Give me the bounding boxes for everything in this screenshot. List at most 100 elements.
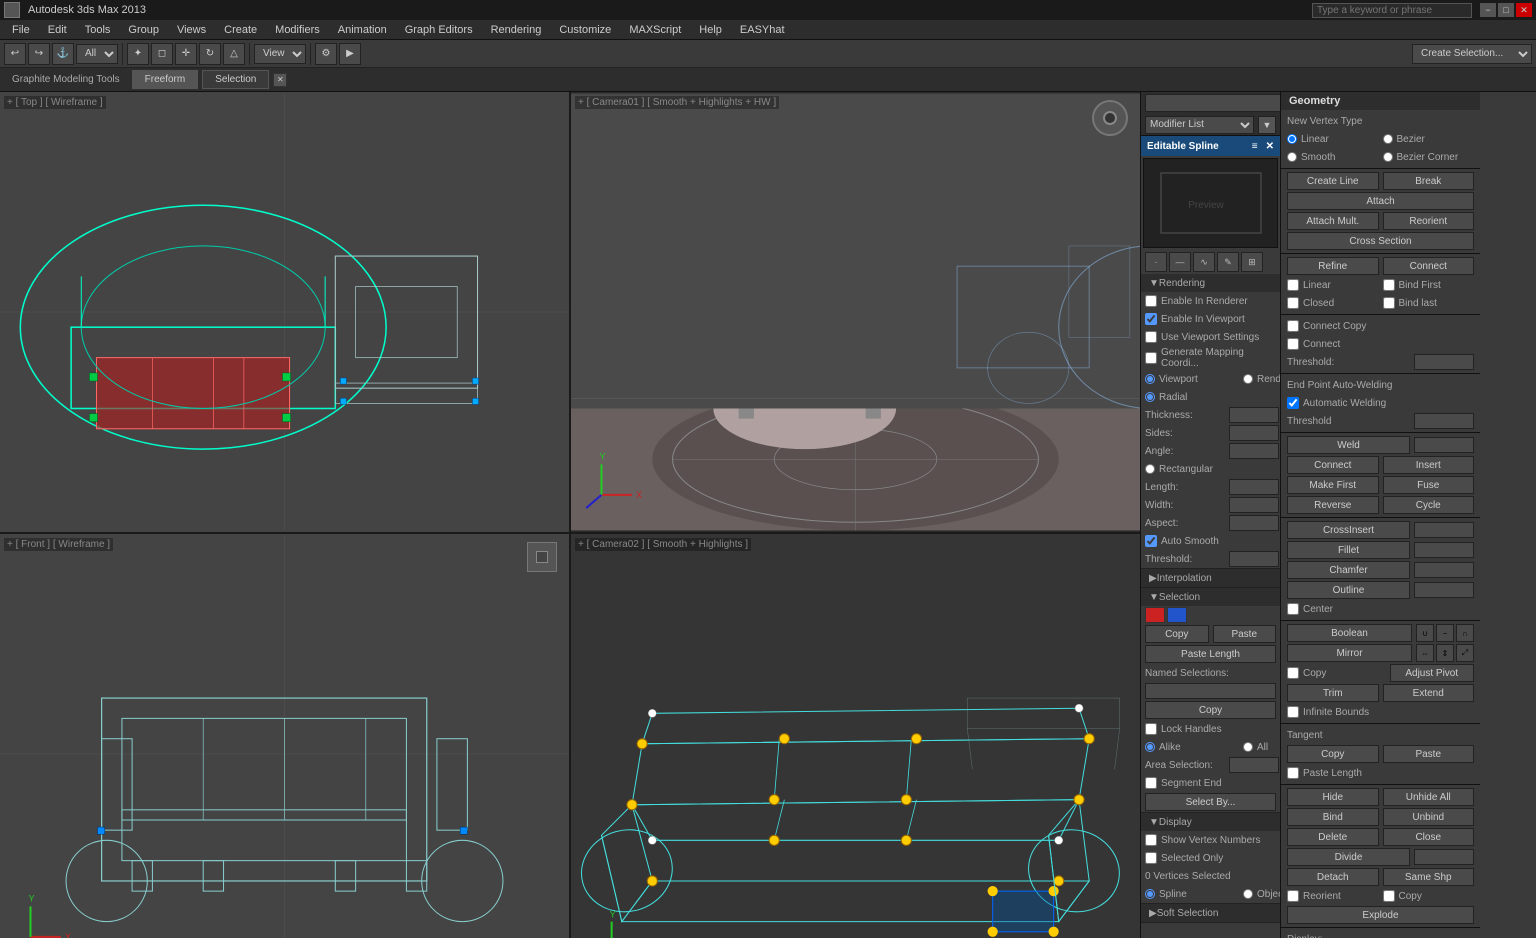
angle-input[interactable]: 0.0 [1229,443,1279,459]
soft-sel-header[interactable]: ▶ Soft Selection [1141,904,1280,922]
menu-maxscript[interactable]: MAXScript [621,22,689,38]
menu-create[interactable]: Create [216,22,265,38]
rendering-header[interactable]: ▼ Rendering [1141,274,1280,292]
refine-btn[interactable]: Refine [1287,257,1379,275]
copy4-cb[interactable] [1383,890,1395,902]
paste-length-btn[interactable]: Paste Length [1145,645,1276,663]
threshold-input[interactable]: 40.0 [1229,551,1279,567]
toolbar-select[interactable]: ✦ [127,43,149,65]
unhide-all-btn[interactable]: Unhide All [1383,788,1475,806]
toolbar-redo[interactable]: ↪ [28,43,50,65]
minimize-button[interactable]: − [1480,3,1496,17]
vertex-mode-btn[interactable]: · [1145,252,1167,272]
boolean-btn[interactable]: Boolean [1287,624,1412,642]
cycle-btn[interactable]: Cycle [1383,496,1475,514]
hide-btn[interactable]: Hide [1287,788,1379,806]
unbind-btn[interactable]: Unbind [1383,808,1475,826]
detach-btn[interactable]: Detach [1287,868,1379,886]
smooth-radio[interactable] [1287,152,1297,162]
view-dropdown[interactable]: View [254,44,306,64]
create-line-btn[interactable]: Create Line [1287,172,1379,190]
menu-graph-editors[interactable]: Graph Editors [397,22,481,38]
viewport-front[interactable]: + [ Front ] [ Wireframe ] [0,534,569,938]
closed-cb[interactable] [1287,297,1299,309]
toolbar-render-setup[interactable]: ⚙ [315,43,337,65]
toolbar-render[interactable]: ▶ [339,43,361,65]
reorient-btn[interactable]: Reorient [1383,212,1475,230]
auto-weld-cb[interactable] [1287,397,1299,409]
menu-animation[interactable]: Animation [330,22,395,38]
break-btn[interactable]: Break [1383,172,1475,190]
create-selection-dropdown[interactable]: Create Selection... [1412,44,1532,64]
bezier-radio[interactable] [1383,134,1393,144]
segment-end-cb[interactable] [1145,777,1157,789]
selection-header[interactable]: ▼ Selection [1141,588,1280,606]
attach-btn[interactable]: Attach [1287,192,1474,210]
make-first-btn[interactable]: Make First [1287,476,1379,494]
aspect-input[interactable]: 1.0 [1229,515,1279,531]
mirror-copy-cb[interactable] [1287,667,1299,679]
explode-btn[interactable]: Explode [1287,906,1474,924]
modifier-list-select[interactable]: Modifier List [1145,116,1254,134]
toolbar-rotate[interactable]: ↻ [199,43,221,65]
color-swatch-red[interactable] [1145,607,1165,623]
tan-paste-btn[interactable]: Paste [1383,745,1475,763]
connect3-btn[interactable]: Connect [1287,456,1379,474]
width-input[interactable]: 0'1" [1229,497,1279,513]
tan-paste-length-cb[interactable] [1287,767,1299,779]
chamfer-btn[interactable]: Chamfer [1287,561,1410,579]
toolbar-scale[interactable]: △ [223,43,245,65]
viewport-top[interactable]: + [ Top ] [ Wireframe ] [0,92,569,532]
cross-section-btn[interactable]: Cross Section [1287,232,1474,250]
viewport-camera2[interactable]: + [ Camera02 ] [ Smooth + Highlights ] [571,534,1140,938]
lock-handles-cb[interactable] [1145,723,1157,735]
sides-input[interactable]: 12 [1229,425,1279,441]
outline-input[interactable]: 0'0" [1414,582,1474,598]
bool-intersect[interactable]: ∩ [1456,624,1474,642]
other-mode-btn[interactable]: ⊞ [1241,252,1263,272]
edit-mode-btn[interactable]: ✎ [1217,252,1239,272]
reorient2-cb[interactable] [1287,890,1299,902]
linear-refine-cb[interactable] [1287,279,1299,291]
inf-bounds-cb[interactable] [1287,706,1299,718]
tab-selection[interactable]: Selection [202,70,269,89]
spline-radio[interactable] [1145,889,1155,899]
all-radio[interactable] [1243,742,1253,752]
bind-last-cb[interactable] [1383,297,1395,309]
toolbar-undo[interactable]: ↩ [4,43,26,65]
enable-viewport-cb[interactable] [1145,313,1157,325]
insert-btn[interactable]: Insert [1383,456,1475,474]
maximize-button[interactable]: □ [1498,3,1514,17]
fillet-input[interactable]: 0'0" [1414,542,1474,558]
show-vertex-cb[interactable] [1145,834,1157,846]
threshold2-input[interactable]: 0'0 3/32" [1414,354,1474,370]
graphite-close[interactable]: ✕ [273,73,287,87]
menu-easythat[interactable]: EASYhat [732,22,793,38]
radial-radio[interactable] [1145,392,1155,402]
center-cb[interactable] [1287,603,1299,615]
mirror-v[interactable]: ⇕ [1436,644,1454,662]
attach-mult-btn[interactable]: Attach Mult. [1287,212,1379,230]
autosmooth-cb[interactable] [1145,535,1157,547]
toolbar-select-region[interactable]: ◻ [151,43,173,65]
menu-group[interactable]: Group [120,22,167,38]
bool-union[interactable]: ∪ [1416,624,1434,642]
use-viewport-cb[interactable] [1145,331,1157,343]
renderer-radio[interactable] [1243,374,1253,384]
shape-name-input[interactable]: Shape05 [1145,94,1280,112]
menu-customize[interactable]: Customize [551,22,619,38]
fuse-btn[interactable]: Fuse [1383,476,1475,494]
toolbar-move[interactable]: ✛ [175,43,197,65]
selected-only-cb[interactable] [1145,852,1157,864]
bool-subtract[interactable]: − [1436,624,1454,642]
bind-first-cb[interactable] [1383,279,1395,291]
search-input[interactable] [1312,3,1472,18]
outline-btn[interactable]: Outline [1287,581,1410,599]
crossinsert-btn[interactable]: CrossInsert [1287,521,1410,539]
copy-btn[interactable]: Copy [1145,625,1209,643]
filter-dropdown[interactable]: All [76,44,118,64]
delete-btn[interactable]: Delete [1287,828,1379,846]
bind-btn[interactable]: Bind [1287,808,1379,826]
menu-help[interactable]: Help [691,22,730,38]
trim-btn[interactable]: Trim [1287,684,1379,702]
